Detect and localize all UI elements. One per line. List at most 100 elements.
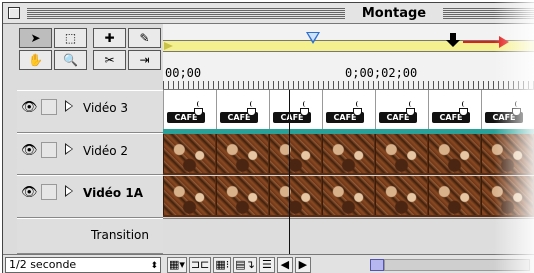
clip-frame-cafe[interactable]: CAFE [269, 90, 321, 129]
track-header-transition[interactable]: Transition [17, 218, 163, 254]
close-box[interactable] [8, 7, 20, 19]
work-area-start-icon[interactable] [164, 42, 173, 50]
expand-triangle-icon[interactable] [65, 100, 73, 112]
hand-tool-icon[interactable]: ✋ [19, 50, 52, 70]
track-video-1a[interactable] [163, 176, 534, 217]
razor-tool-icon[interactable]: ✂ [93, 50, 126, 70]
track-name: Vidéo 3 [83, 101, 129, 115]
marquee-tool-glyph: ⬚ [64, 31, 77, 45]
window-title: Montage [345, 4, 443, 23]
clip-frame-video[interactable] [269, 134, 321, 173]
title-stripes-left [27, 8, 345, 19]
zoom-tool-icon[interactable]: 🔍 [54, 50, 87, 70]
clip-frame-video[interactable] [322, 176, 374, 215]
scroll-left-icon[interactable]: ◀ [276, 257, 293, 273]
razor-tool-glyph: ✂ [104, 53, 115, 67]
marker-triangle-inner [308, 33, 318, 41]
clip-frame-video[interactable] [163, 176, 215, 215]
time-zoom-value: 1/2 seconde [9, 258, 77, 271]
playhead-arrow-icon[interactable] [445, 32, 461, 48]
clip-frame-video[interactable] [375, 134, 427, 173]
lock-box[interactable] [41, 184, 57, 200]
timeline-tracks[interactable]: CAFECAFECAFECAFECAFECAFECAFECAFE [163, 90, 534, 254]
montage-window: Montage ➤ ⬚ ✚ ✎ ✋ 🔍 ✂ ⇥ 00;00 0;00;02;00… [2, 2, 534, 273]
clip-frame-cafe[interactable]: CAFE [428, 90, 480, 129]
title-stripes-right [443, 8, 534, 19]
clip-frame-video[interactable] [375, 176, 427, 215]
steam-icon [462, 101, 467, 107]
timecode-mid: 0;00;02;00 [345, 66, 418, 80]
clip-frame-cafe[interactable]: CAFE [163, 90, 215, 129]
snap-icon[interactable]: ⊐⊏ [188, 257, 212, 273]
hand-tool-glyph: ✋ [28, 53, 43, 67]
clip-frame-video[interactable] [428, 176, 480, 215]
coffee-cup-icon [194, 108, 203, 116]
track-video-2[interactable] [163, 134, 534, 175]
edit-mode-icon[interactable]: ▤↴ [233, 257, 257, 273]
edit-line [289, 90, 290, 254]
steam-icon [356, 101, 361, 107]
clip-frame-video[interactable] [481, 134, 533, 173]
clip-frame-video[interactable] [322, 134, 374, 173]
eye-icon[interactable]: 👁 [21, 144, 38, 157]
clip-frame-cafe[interactable]: CAFE [216, 90, 268, 129]
marquee-tool-icon[interactable]: ⬚ [54, 28, 87, 48]
track-video-3[interactable]: CAFECAFECAFECAFECAFECAFECAFECAFE [163, 90, 534, 134]
coffee-cup-icon [300, 108, 309, 116]
expand-triangle-icon[interactable] [65, 185, 73, 197]
time-ruler-area: 00;00 0;00;02;00 [163, 24, 534, 90]
track-height-icon[interactable]: ☰ [258, 257, 275, 273]
pen-tool-icon[interactable]: ✎ [128, 28, 161, 48]
pen-tool-glyph: ✎ [139, 31, 150, 45]
timeline-options: ▦▾ ⊐⊏ ▦⁝ ▤↴ ☰ ◀ ▶ [167, 257, 311, 273]
steam-icon [250, 101, 255, 107]
red-arrow-icon [463, 36, 509, 48]
track-transition[interactable] [163, 218, 534, 254]
zoom-tool-glyph: 🔍 [63, 53, 78, 67]
track-header-video-2[interactable]: 👁 Vidéo 2 [17, 133, 163, 175]
time-zoom-select[interactable]: 1/2 seconde ⬍ [5, 257, 161, 273]
track-tool-glyph: ✚ [104, 31, 115, 45]
edge-tool-icon[interactable]: ⇥ [128, 50, 161, 70]
coffee-cup-icon [512, 108, 521, 116]
expand-triangle-icon[interactable] [65, 143, 73, 155]
lock-box[interactable] [41, 99, 57, 115]
coffee-cup-icon [353, 108, 362, 116]
clip-frame-video[interactable] [163, 134, 215, 173]
timecode-start: 00;00 [165, 66, 202, 80]
scroll-right-icon[interactable]: ▶ [294, 257, 311, 273]
track-format-icon[interactable]: ▦▾ [167, 257, 187, 273]
track-header-video-1a[interactable]: 👁 Vidéo 1A [17, 175, 163, 218]
selection-tool-glyph: ➤ [30, 31, 41, 45]
clip-frame-video[interactable] [481, 176, 533, 215]
eye-icon[interactable]: 👁 [21, 101, 38, 114]
lock-box[interactable] [41, 142, 57, 158]
clip-frame-video[interactable] [216, 176, 268, 215]
clip-frame-video[interactable] [269, 176, 321, 215]
select-arrows-icon: ⬍ [150, 261, 158, 271]
clip-frame-video[interactable] [216, 134, 268, 173]
clip-frame-cafe[interactable]: CAFE [481, 90, 533, 129]
steam-icon [515, 101, 520, 107]
ruler-ticks [163, 81, 534, 89]
steam-icon [197, 101, 202, 107]
transition-label: Transition [90, 228, 149, 242]
track-tool-icon[interactable]: ✚ [93, 28, 126, 48]
coffee-cup-icon [406, 108, 415, 116]
selection-tool-icon[interactable]: ➤ [19, 28, 52, 48]
time-ruler[interactable]: 00;00 0;00;02;00 [163, 54, 534, 90]
horizontal-scroll-thumb[interactable] [370, 259, 384, 271]
title-bar[interactable]: Montage [3, 3, 534, 24]
horizontal-scroll-track[interactable] [384, 259, 530, 271]
clip-frame-cafe[interactable]: CAFE [322, 90, 374, 129]
bottom-bar: 1/2 seconde ⬍ ▦▾ ⊐⊏ ▦⁝ ▤↴ ☰ ◀ ▶ [3, 254, 534, 273]
steam-icon [303, 101, 308, 107]
track-header-video-3[interactable]: 👁 Vidéo 3 [17, 90, 163, 133]
eye-icon[interactable]: 👁 [21, 186, 38, 199]
clip-frame-video[interactable] [428, 134, 480, 173]
shift-tracks-icon[interactable]: ▦⁝ [213, 257, 232, 273]
steam-icon [409, 101, 414, 107]
tool-palette: ➤ ⬚ ✚ ✎ ✋ 🔍 ✂ ⇥ [17, 24, 163, 90]
edge-tool-glyph: ⇥ [139, 53, 150, 67]
clip-frame-cafe[interactable]: CAFE [375, 90, 427, 129]
